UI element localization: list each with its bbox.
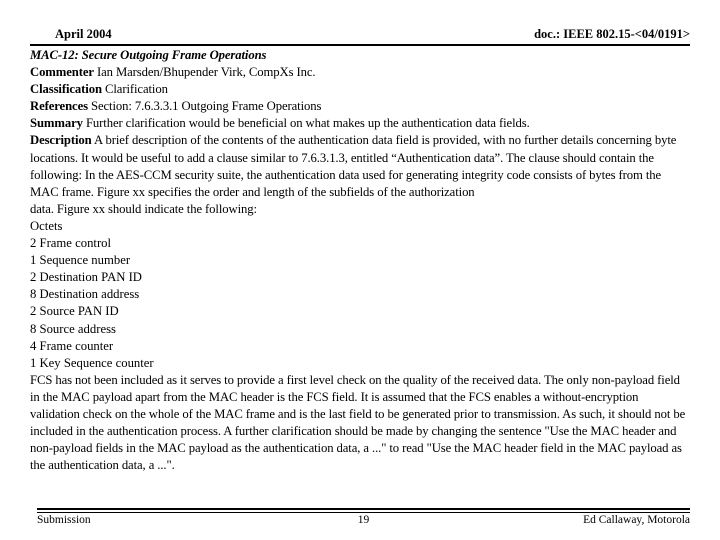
- field-commenter-value: Ian Marsden/Bhupender Virk, CompXs Inc.: [93, 65, 316, 80]
- description-continued: data. Figure xx should indicate the foll…: [30, 201, 257, 216]
- octet-row: 1 Key Sequence counter: [30, 355, 154, 370]
- octet-row: 2 Destination PAN ID: [30, 270, 142, 285]
- field-commenter: Commenter Ian Marsden/Bhupender Virk, Co…: [30, 64, 690, 81]
- field-summary-value: Further clarification would be beneficia…: [82, 116, 530, 131]
- closing-paragraph: FCS has not been included as it serves t…: [30, 372, 686, 473]
- field-references-label: References: [30, 99, 88, 114]
- octet-row: 8 Source address: [30, 321, 116, 336]
- field-classification-value: Clarification: [101, 82, 168, 97]
- header-date: April 2004: [55, 27, 112, 41]
- document-body: MAC-12: Secure Outgoing Frame Operations…: [30, 47, 690, 474]
- field-references-value: Section: 7.6.3.3.1 Outgoing Frame Operat…: [87, 99, 322, 114]
- octet-row: 8 Destination address: [30, 287, 140, 302]
- octet-row: 4 Frame counter: [30, 338, 114, 353]
- page-footer: Submission 19 Ed Callaway, Motorola: [37, 513, 690, 531]
- octet-row: 2 Source PAN ID: [30, 304, 119, 319]
- field-description-label: Description: [30, 133, 92, 148]
- field-references: References Section: 7.6.3.3.1 Outgoing F…: [30, 98, 690, 115]
- octet-row: 1 Sequence number: [30, 253, 131, 268]
- header-doc-reference: doc.: IEEE 802.15-<04/0191>: [534, 27, 690, 41]
- document-page: April 2004 doc.: IEEE 802.15-<04/0191> M…: [0, 0, 720, 540]
- header-divider: [30, 44, 690, 46]
- field-commenter-label: Commenter: [30, 65, 94, 80]
- field-summary-label: Summary: [30, 116, 83, 131]
- field-classification-label: Classification: [30, 82, 102, 97]
- document-title: MAC-12: Secure Outgoing Frame Operations: [30, 48, 267, 62]
- field-classification: Classification Clarification: [30, 81, 690, 98]
- octet-row: 2 Frame control: [30, 236, 112, 251]
- octets-heading: Octets: [30, 218, 63, 233]
- footer-author: Ed Callaway, Motorola: [583, 514, 690, 526]
- field-summary: Summary Further clarification would be b…: [30, 115, 690, 132]
- footer-divider-top: [37, 508, 690, 510]
- field-description-value: A brief description of the contents of t…: [30, 133, 677, 199]
- field-description: Description A brief description of the c…: [30, 132, 690, 200]
